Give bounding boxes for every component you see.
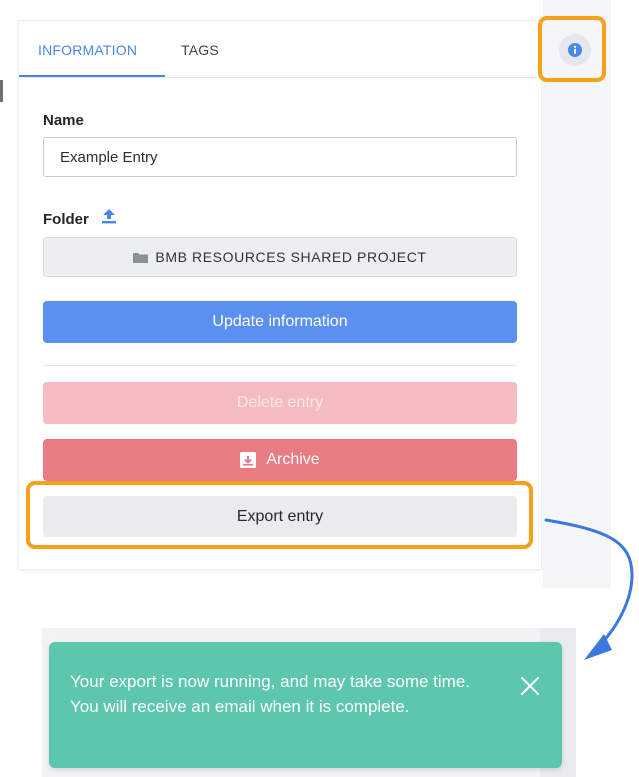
- folder-label: Folder: [43, 211, 89, 228]
- name-field[interactable]: [43, 137, 517, 177]
- highlight-box-export-button: [26, 481, 533, 549]
- tab-information[interactable]: INFORMATION: [38, 42, 137, 58]
- folder-icon: [133, 252, 149, 263]
- highlight-box-info-button: [538, 16, 606, 82]
- export-toast-notification: Your export is now running, and may take…: [49, 642, 562, 768]
- tab-tags[interactable]: TAGS: [181, 42, 219, 58]
- divider: [43, 365, 517, 366]
- name-label: Name: [43, 112, 84, 129]
- toast-message: Your export is now running, and may take…: [70, 672, 471, 716]
- folder-selector[interactable]: BMB RESOURCES SHARED PROJECT: [43, 237, 517, 277]
- delete-entry-button[interactable]: Delete entry: [43, 382, 517, 424]
- page-background-edge: [0, 80, 3, 102]
- upload-icon[interactable]: [100, 208, 118, 224]
- archive-icon: [240, 452, 257, 468]
- active-tab-indicator: [19, 75, 165, 77]
- archive-label: Archive: [266, 451, 320, 468]
- tab-bar: INFORMATION TAGS: [19, 21, 541, 78]
- page-background: [543, 0, 611, 588]
- close-icon[interactable]: [519, 675, 541, 697]
- update-information-button[interactable]: Update information: [43, 301, 517, 343]
- archive-button[interactable]: Archive: [43, 439, 517, 481]
- folder-name: BMB RESOURCES SHARED PROJECT: [155, 249, 427, 265]
